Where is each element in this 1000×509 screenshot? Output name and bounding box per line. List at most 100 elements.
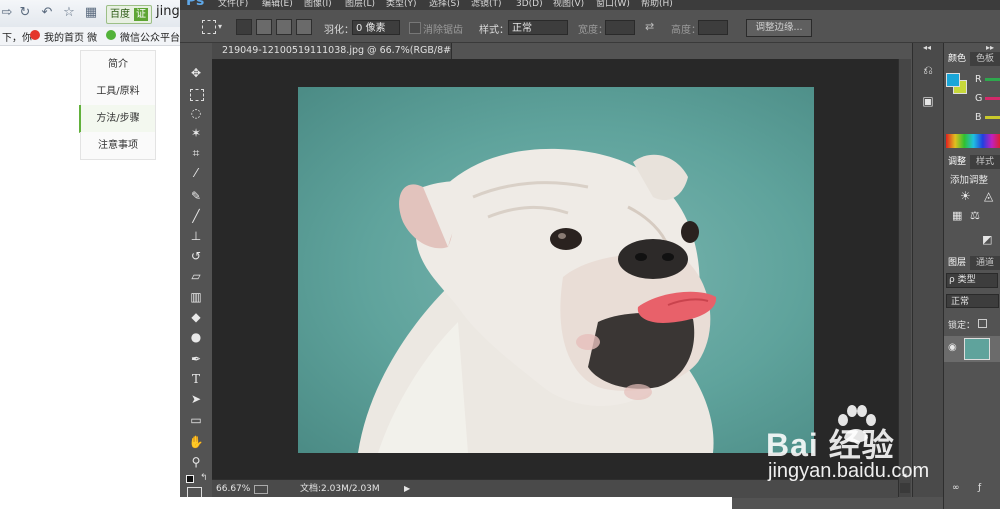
antialias-label: 消除锯齿 — [423, 25, 463, 36]
path-select-tool-icon[interactable]: ➤ — [188, 391, 204, 407]
properties-panel-icon[interactable]: ▣ — [920, 93, 936, 109]
green-slider[interactable] — [985, 97, 1000, 100]
nav-item-steps[interactable]: 方法/步骤 — [79, 105, 156, 133]
red-slider[interactable] — [985, 78, 1000, 81]
lock-pixels-icon[interactable] — [978, 319, 987, 328]
menu-edit[interactable]: 编辑(E) — [262, 0, 293, 9]
star-icon[interactable]: ☆ — [62, 6, 76, 20]
bookmark-item[interactable]: 我的首页 微 — [44, 29, 97, 44]
bookmarks-bar: 下，你 我的首页 微 微信公众平台 — [0, 27, 180, 46]
menu-file[interactable]: 文件(F) — [218, 0, 248, 9]
add-selection-icon[interactable] — [256, 19, 272, 35]
bulldog-photo — [298, 87, 814, 453]
menu-view[interactable]: 视图(V) — [553, 0, 584, 9]
hand-tool-icon[interactable]: ✋ — [188, 434, 204, 450]
style-select[interactable]: 正常 — [508, 20, 568, 35]
baidu-search-chip[interactable]: 百度证 — [106, 5, 152, 24]
gradient-tool-icon[interactable]: ▥ — [188, 289, 204, 305]
tab-color[interactable]: 颜色 — [944, 52, 971, 66]
forward-icon[interactable]: ⇨ — [0, 6, 14, 20]
balance-icon[interactable]: ⚖ — [970, 209, 980, 222]
default-colors-icon[interactable] — [186, 475, 194, 483]
eye-icon[interactable]: ◉ — [948, 342, 957, 353]
undo-icon[interactable]: ↶ — [40, 6, 54, 20]
history-panel-icon[interactable]: ⎌ — [920, 62, 936, 78]
subtract-selection-icon[interactable] — [276, 19, 292, 35]
shape-tool-icon[interactable]: ▭ — [188, 412, 204, 428]
rect-marquee-tool-icon[interactable] — [190, 89, 204, 101]
collapse-icon[interactable]: ◂◂ — [923, 43, 931, 52]
crop-tool-icon[interactable]: ⌗ — [188, 145, 204, 161]
refresh-icon[interactable]: ↻ — [18, 6, 32, 20]
pen-tool-icon[interactable]: ✒ — [188, 351, 204, 367]
menu-3d[interactable]: 3D(D) — [516, 0, 543, 9]
healing-brush-tool-icon[interactable]: ✎ — [188, 188, 204, 204]
apps-grid-icon[interactable]: ▦ — [84, 6, 98, 20]
feather-input[interactable]: 0 像素 — [352, 20, 400, 35]
layer-thumbnail — [964, 338, 990, 360]
history-brush-tool-icon[interactable]: ↺ — [188, 248, 204, 264]
new-selection-icon[interactable] — [236, 19, 252, 35]
move-tool-icon[interactable]: ✥ — [188, 65, 204, 81]
tab-swatches[interactable]: 色板 — [972, 52, 998, 66]
bookmark-fragment[interactable]: 下，你 — [2, 29, 32, 44]
layer-filter-select[interactable]: ρ 类型 — [946, 273, 998, 288]
stamp-tool-icon[interactable]: ⊥ — [188, 228, 204, 244]
intersect-selection-icon[interactable] — [296, 19, 312, 35]
height-input[interactable] — [698, 20, 728, 35]
dodge-tool-icon[interactable]: ● — [188, 329, 204, 345]
menu-layer[interactable]: 图层(L) — [345, 0, 375, 9]
chevron-down-icon[interactable]: ▾ — [218, 22, 222, 31]
lasso-tool-icon[interactable]: ◌ — [188, 105, 204, 121]
lock-label: 锁定： — [948, 321, 976, 331]
width-label: 宽度： — [578, 25, 608, 36]
blend-mode-select[interactable]: 正常 — [946, 294, 999, 308]
document-tab[interactable]: 219049-12100519111038.jpg @ 66.7%(RGB/8#… — [212, 43, 452, 59]
tab-layers[interactable]: 图层 — [944, 256, 971, 270]
menu-select[interactable]: 选择(S) — [429, 0, 460, 9]
menu-help[interactable]: 帮助(H) — [641, 0, 673, 9]
status-arrow-icon[interactable]: ▶ — [404, 480, 410, 498]
nav-item-tools[interactable]: 工具/原料 — [80, 78, 156, 106]
nav-item-notes[interactable]: 注意事项 — [80, 132, 156, 160]
baidu-jingyan-watermark: Bai 经验 jingyan.baidu.com — [766, 404, 1000, 492]
add-adjustment-title: 添加调整 — [950, 175, 989, 186]
blue-slider[interactable] — [985, 116, 1000, 119]
adjust-panel-tabs: 调整 样式 — [944, 155, 1000, 169]
blur-tool-icon[interactable]: ◆ — [188, 309, 204, 325]
menu-image[interactable]: 图像(I) — [304, 0, 332, 9]
color-spectrum[interactable] — [946, 134, 1000, 148]
invert-icon[interactable]: ◩ — [982, 233, 992, 246]
marquee-tool-icon[interactable] — [202, 20, 216, 34]
zoom-level[interactable]: 66.67% — [216, 480, 250, 498]
weibo-icon — [30, 30, 40, 40]
menu-type[interactable]: 类型(Y) — [386, 0, 417, 9]
zoom-tool-icon[interactable]: ⚲ — [188, 454, 204, 470]
magic-wand-tool-icon[interactable]: ✶ — [188, 125, 204, 141]
menu-filter[interactable]: 滤镜(T) — [471, 0, 502, 9]
foreground-swatch[interactable] — [946, 73, 960, 87]
bulldog-image — [358, 148, 717, 453]
refine-edge-button[interactable]: 调整边缘... — [746, 19, 812, 37]
antialias-checkbox[interactable] — [409, 22, 421, 34]
swap-icon[interactable]: ⇄ — [645, 20, 654, 33]
swap-colors-icon[interactable]: ↰ — [200, 473, 208, 483]
type-tool-icon[interactable]: T — [188, 371, 204, 387]
menu-window[interactable]: 窗口(W) — [596, 0, 630, 9]
channel-b-label: B — [975, 112, 982, 123]
brightness-icon[interactable]: ☀ — [960, 189, 971, 203]
brush-tool-icon[interactable]: ╱ — [188, 208, 204, 224]
expand-icon[interactable]: ▸▸ — [986, 43, 994, 52]
bookmark-item[interactable]: 微信公众平台 — [120, 29, 180, 44]
levels-icon[interactable]: ◬ — [984, 189, 993, 203]
width-input[interactable] — [605, 20, 635, 35]
hue-icon[interactable]: ▦ — [952, 209, 962, 222]
tab-adjustments[interactable]: 调整 — [944, 155, 971, 169]
status-info-icon[interactable] — [254, 485, 268, 494]
tab-channels[interactable]: 通道 — [972, 256, 998, 270]
eraser-tool-icon[interactable]: ▱ — [188, 268, 204, 284]
page-background-strip — [180, 497, 732, 509]
nav-item-intro[interactable]: 简介 — [80, 50, 156, 79]
eyedropper-tool-icon[interactable]: ⁄ — [188, 165, 204, 181]
tab-styles[interactable]: 样式 — [972, 155, 998, 169]
